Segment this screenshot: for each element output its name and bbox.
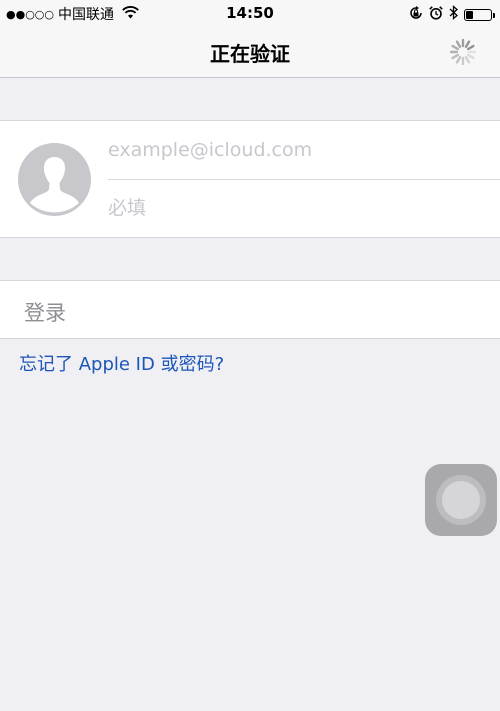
spinner-icon bbox=[450, 39, 476, 65]
navigation-bar: 正在验证 bbox=[0, 26, 500, 78]
password-field[interactable] bbox=[108, 179, 500, 237]
person-silhouette-icon bbox=[18, 143, 91, 216]
battery-level bbox=[466, 10, 473, 19]
battery-icon bbox=[464, 8, 495, 21]
page-title: 正在验证 bbox=[210, 42, 290, 66]
forgot-apple-id-link[interactable]: 忘记了 Apple ID 或密码? bbox=[19, 350, 224, 376]
email-field-container bbox=[108, 121, 500, 180]
orientation-lock-icon bbox=[409, 5, 423, 24]
assistive-touch-icon[interactable] bbox=[425, 464, 497, 536]
email-field[interactable] bbox=[108, 121, 500, 179]
login-row[interactable]: 登录 bbox=[0, 280, 500, 339]
password-field-container bbox=[108, 179, 500, 237]
alarm-icon bbox=[429, 5, 443, 24]
bluetooth-icon bbox=[449, 5, 458, 24]
status-bar: ●●○○○ 中国联通 14:50 bbox=[0, 0, 500, 26]
sign-in-form bbox=[0, 120, 500, 238]
login-button[interactable]: 登录 bbox=[24, 297, 66, 327]
